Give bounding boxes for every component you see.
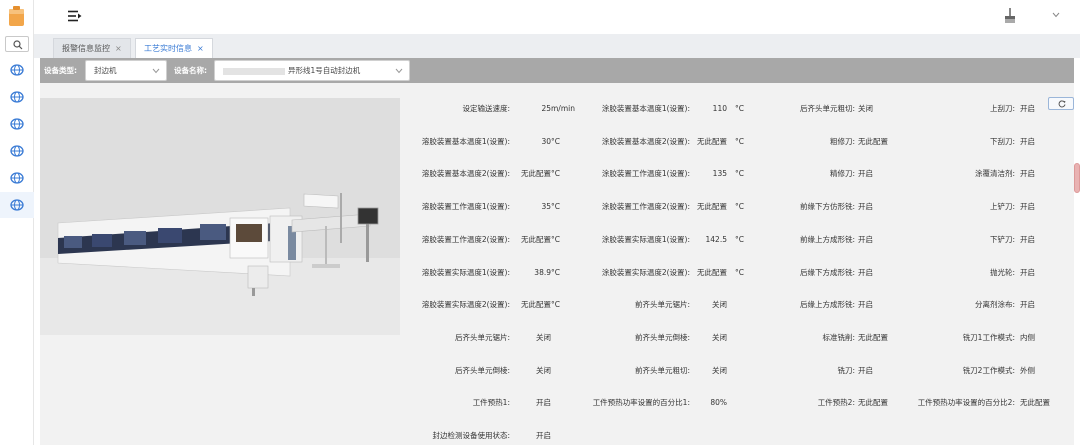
sidebar-item-4[interactable] — [0, 138, 34, 164]
param-label: 后齐头单元锯片: — [454, 332, 510, 342]
param-label: 前缘下方仿形铣: — [799, 202, 855, 212]
param-label: 涂胶装置工作温度2(设置): — [601, 202, 690, 212]
param-label: 后缘上方成形铣: — [799, 300, 855, 310]
scrollbar-thumb[interactable] — [1074, 163, 1080, 193]
device-type-select[interactable]: 封边机 — [85, 60, 167, 81]
box-logo-icon — [9, 6, 24, 26]
param-label: 溶胶装置基本温度2(设置): — [421, 169, 510, 179]
sidebar-item-6[interactable] — [0, 192, 34, 218]
content-area: 设定输送速度: 25 m/min 涂胶装置基本温度1(设置): 110 °C 后齐头单元粗切… — [40, 83, 1080, 445]
device-name-value: 异形线1号自动封边机 — [288, 66, 361, 75]
param-label: 上刮刀: — [989, 104, 1015, 113]
top-header — [34, 0, 1080, 34]
tab-bar: 报警信息监控 × 工艺实时信息 × — [34, 34, 1080, 58]
param-label: 下刮刀: — [989, 136, 1015, 146]
param-label: 铣刀1工作模式: — [962, 332, 1015, 342]
chevron-down-icon — [152, 68, 160, 74]
param-label: 上铲刀: — [989, 202, 1015, 212]
param-value: 无此配置 — [1020, 398, 1050, 408]
globe-icon — [10, 64, 24, 76]
param-label: 前齐头单元粗切: — [634, 365, 690, 375]
param-label: 分离剂涂布: — [974, 300, 1015, 310]
param-label: 后缘下方成形铣: — [799, 267, 855, 277]
param-label: 抛光轮: — [989, 267, 1015, 277]
globe-icon — [10, 91, 24, 103]
param-value: 开启 — [536, 431, 551, 440]
param-value: 外侧 — [1020, 365, 1035, 375]
param-label: 铣刀: — [837, 365, 855, 375]
param-label: 下铲刀: — [989, 234, 1015, 244]
param-label: 涂覆清洁剂: — [974, 169, 1015, 179]
param-value: 开启 — [1020, 169, 1035, 179]
param-value: 开启 — [1020, 104, 1035, 113]
param-label: 工件预热功率设置的百分比2: — [917, 398, 1015, 408]
param-label: 精修刀: — [829, 169, 855, 179]
param-value: 开启 — [1020, 267, 1035, 277]
sidebar-item-1[interactable] — [0, 57, 34, 83]
filter-bar: 设备类型: 封边机 设备名称: 异形线1号自动封边机 — [40, 58, 1074, 83]
param-label: 设定输送速度: — [462, 104, 510, 113]
param-label: 涂胶装置实际温度1(设置): — [601, 234, 690, 244]
param-label: 涂胶装置实际温度2(设置): — [601, 267, 690, 277]
param-label: 前齐头单元锯片: — [634, 300, 690, 310]
param-label: 涂胶装置工作温度1(设置): — [601, 169, 690, 179]
param-value: 开启 — [1020, 234, 1035, 244]
param-value: 开启 — [1020, 202, 1035, 212]
param-label: 溶胶装置实际温度1(设置): — [421, 267, 510, 277]
brush-icon[interactable] — [1004, 8, 1016, 24]
tab-label: 工艺实时信息 — [144, 44, 192, 53]
redacted-text — [223, 67, 285, 75]
param-label: 前缘上方成形铣: — [799, 234, 855, 244]
tab-process-realtime[interactable]: 工艺实时信息 × — [135, 38, 213, 58]
close-icon[interactable]: × — [197, 44, 204, 53]
param-label: 涂胶装置基本温度2(设置): — [601, 136, 690, 146]
param-value: 开启 — [1020, 136, 1035, 146]
sidebar-search-button[interactable] — [5, 36, 29, 52]
param-label: 封边检测设备使用状态: — [432, 431, 510, 440]
param-label: 工件预热1: — [472, 398, 510, 408]
param-value: 开启 — [1020, 300, 1035, 310]
menu-fold-icon[interactable] — [68, 10, 82, 22]
param-label: 工件预热功率设置的百分比1: — [592, 398, 690, 408]
chevron-down-icon[interactable] — [1052, 12, 1060, 18]
sidebar-item-3[interactable] — [0, 111, 34, 137]
param-label: 溶胶装置基本温度1(设置): — [421, 136, 510, 146]
param-label: 后齐头单元倒棱: — [454, 365, 510, 375]
refresh-icon — [1058, 100, 1066, 108]
search-icon — [13, 40, 23, 50]
device-type-value: 封边机 — [94, 66, 117, 75]
param-value: 内侧 — [1020, 332, 1035, 342]
tab-alarm-monitor[interactable]: 报警信息监控 × — [53, 38, 131, 58]
param-label: 后齐头单元粗切: — [799, 104, 855, 113]
globe-icon — [10, 199, 24, 211]
param-label: 标准铣削: — [822, 332, 855, 342]
param-label: 涂胶装置基本温度1(设置): — [601, 104, 690, 113]
device-name-label: 设备名称: — [174, 66, 207, 75]
globe-icon — [10, 172, 24, 184]
sidebar-item-5[interactable] — [0, 165, 34, 191]
tab-label: 报警信息监控 — [62, 44, 110, 53]
param-label: 前齐头单元倒棱: — [634, 332, 690, 342]
close-icon[interactable]: × — [115, 44, 122, 53]
sidebar-item-2[interactable] — [0, 84, 34, 110]
device-type-label: 设备类型: — [44, 66, 77, 75]
app-root: 报警信息监控 × 工艺实时信息 × 设备类型: 封边机 设备名称: 异形线1号自动封… — [0, 0, 1080, 445]
left-sidebar — [0, 0, 34, 445]
chevron-down-icon — [395, 68, 403, 74]
param-label: 溶胶装置工作温度1(设置): — [421, 202, 510, 212]
param-label: 工件预热2: — [817, 398, 855, 408]
param-label: 溶胶装置工作温度2(设置): — [421, 234, 510, 244]
param-label: 粗修刀: — [829, 136, 855, 146]
device-name-select[interactable]: 异形线1号自动封边机 — [214, 60, 410, 81]
param-label: 溶胶装置实际温度2(设置): — [421, 300, 510, 310]
globe-icon — [10, 118, 24, 130]
param-label: 铣刀2工作模式: — [962, 365, 1015, 375]
globe-icon — [10, 145, 24, 157]
